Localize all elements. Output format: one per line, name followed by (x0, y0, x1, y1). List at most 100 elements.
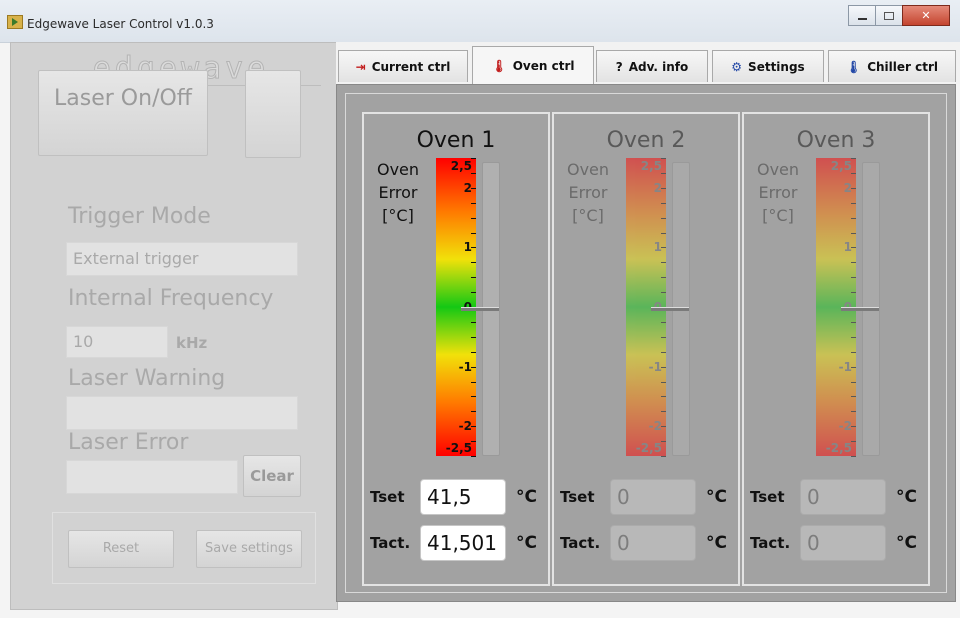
oven-title: Oven 1 (416, 128, 496, 153)
oven-error-label: Oven Error [°C] (566, 160, 610, 225)
tab-settings[interactable]: ⚙ Settings (712, 50, 824, 82)
scale-minor-tick (851, 411, 856, 413)
window-titlebar[interactable]: Edgewave Laser Control v1.0.3 ✕ (0, 0, 960, 43)
tab-label: Adv. info (628, 59, 689, 74)
tab-adv-info[interactable]: ? Adv. info (596, 50, 708, 82)
slider-thumb[interactable] (651, 307, 689, 311)
tact-unit: °C (706, 533, 727, 553)
scale-minor-tick (851, 158, 856, 159)
scale-minor-tick (661, 247, 666, 249)
scale-tick-label: -1 (648, 359, 662, 374)
trigger-mode-select[interactable]: External trigger (66, 242, 298, 276)
scale-minor-tick (471, 426, 476, 428)
scale-minor-tick (471, 277, 476, 279)
oven-error-slider[interactable] (461, 162, 500, 456)
tab-current-ctrl[interactable]: ⇥ Current ctrl (338, 50, 468, 82)
scale-tick-label: -2 (648, 419, 662, 434)
tact-label: Tact. (370, 534, 411, 552)
tact-row: Tact. 41,501 °C (370, 524, 537, 562)
scale-minor-tick (851, 232, 856, 234)
scale-minor-tick (851, 217, 856, 219)
scale-minor-tick (851, 187, 856, 189)
scale-minor-tick (661, 217, 666, 219)
tact-value: 0 (800, 525, 886, 561)
internal-frequency-input[interactable]: 10 (66, 326, 168, 358)
settings-icon: ⚙ (731, 59, 743, 74)
tset-input[interactable]: 0 (800, 479, 886, 515)
scale-minor-tick (851, 381, 856, 383)
oven-3-panel: Oven 3 Oven Error [°C] 2,5210-1-2-2,5 Ts… (742, 112, 930, 586)
tact-value: 0 (610, 525, 696, 561)
oven-title: Oven 2 (606, 128, 686, 153)
tset-unit: °C (706, 487, 727, 507)
scale-minor-tick (851, 277, 856, 279)
question-icon: ? (615, 59, 623, 74)
scale-minor-tick (661, 396, 666, 398)
scale-minor-tick (661, 158, 666, 159)
close-icon: ✕ (921, 9, 931, 22)
slider-thumb[interactable] (841, 307, 879, 311)
scale-tick-label: 2,5 (450, 159, 472, 173)
scale-minor-tick (661, 172, 666, 174)
maximize-button[interactable] (875, 5, 903, 26)
tab-chiller-ctrl[interactable]: 🌡 Chiller ctrl (828, 50, 956, 82)
laser-status-indicator (245, 70, 301, 158)
tset-label: Tset (750, 488, 785, 506)
scale-minor-tick (851, 351, 856, 353)
scale-minor-tick (851, 366, 856, 368)
tset-unit: °C (516, 487, 537, 507)
internal-frequency-label: Internal Frequency (68, 286, 274, 311)
scale-minor-tick (661, 456, 666, 457)
oven-title: Oven 3 (796, 128, 876, 153)
tact-label: Tact. (560, 534, 601, 552)
scale-minor-tick (661, 381, 666, 383)
save-settings-button[interactable]: Save settings (196, 530, 302, 568)
minimize-icon (857, 17, 867, 20)
tab-label: Current ctrl (371, 59, 451, 74)
scale-minor-tick (661, 441, 666, 443)
laser-on-off-button[interactable]: Laser On/Off (38, 70, 208, 156)
tab-label: Chiller ctrl (867, 59, 939, 74)
tset-input[interactable]: 41,5 (420, 479, 506, 515)
scale-minor-tick (851, 247, 856, 249)
tab-oven-ctrl[interactable]: 🌡 Oven ctrl (472, 46, 594, 84)
scale-minor-tick (661, 292, 666, 294)
tact-unit: °C (896, 533, 917, 553)
scale-tick-label: -2,5 (825, 441, 852, 455)
scale-minor-tick (471, 202, 476, 204)
scale-tick-label: 2,5 (640, 159, 662, 173)
tset-label: Tset (560, 488, 595, 506)
scale-minor-tick (851, 172, 856, 174)
scale-minor-tick (661, 202, 666, 204)
slider-thumb[interactable] (461, 307, 499, 311)
minimize-button[interactable] (848, 5, 876, 26)
tact-value: 41,501 (420, 525, 506, 561)
scale-minor-tick (471, 366, 476, 368)
close-button[interactable]: ✕ (902, 5, 950, 26)
scale-minor-tick (851, 336, 856, 338)
scale-minor-tick (661, 277, 666, 279)
scale-minor-tick (471, 172, 476, 174)
oven-error-slider[interactable] (651, 162, 690, 456)
scale-minor-tick (851, 292, 856, 294)
scale-minor-tick (851, 321, 856, 323)
scale-minor-tick (661, 262, 666, 264)
scale-tick-label: -1 (458, 359, 472, 374)
oven-error-slider[interactable] (841, 162, 880, 456)
scale-tick-label: -2 (458, 419, 472, 434)
tset-row: Tset 41,5 °C (370, 478, 537, 516)
scale-minor-tick (661, 366, 666, 368)
scale-minor-tick (851, 456, 856, 457)
tset-input[interactable]: 0 (610, 479, 696, 515)
clear-error-button[interactable]: Clear (243, 455, 301, 497)
laser-error-field (66, 460, 238, 494)
window-controls: ✕ (848, 5, 950, 26)
tset-unit: °C (896, 487, 917, 507)
laser-warning-field (66, 396, 298, 430)
tab-label: Oven ctrl (512, 58, 575, 73)
reset-button[interactable]: Reset (68, 530, 174, 568)
laser-warning-label: Laser Warning (68, 366, 226, 391)
scale-minor-tick (471, 411, 476, 413)
scale-minor-tick (471, 217, 476, 219)
scale-tick-label: -2,5 (635, 441, 662, 455)
